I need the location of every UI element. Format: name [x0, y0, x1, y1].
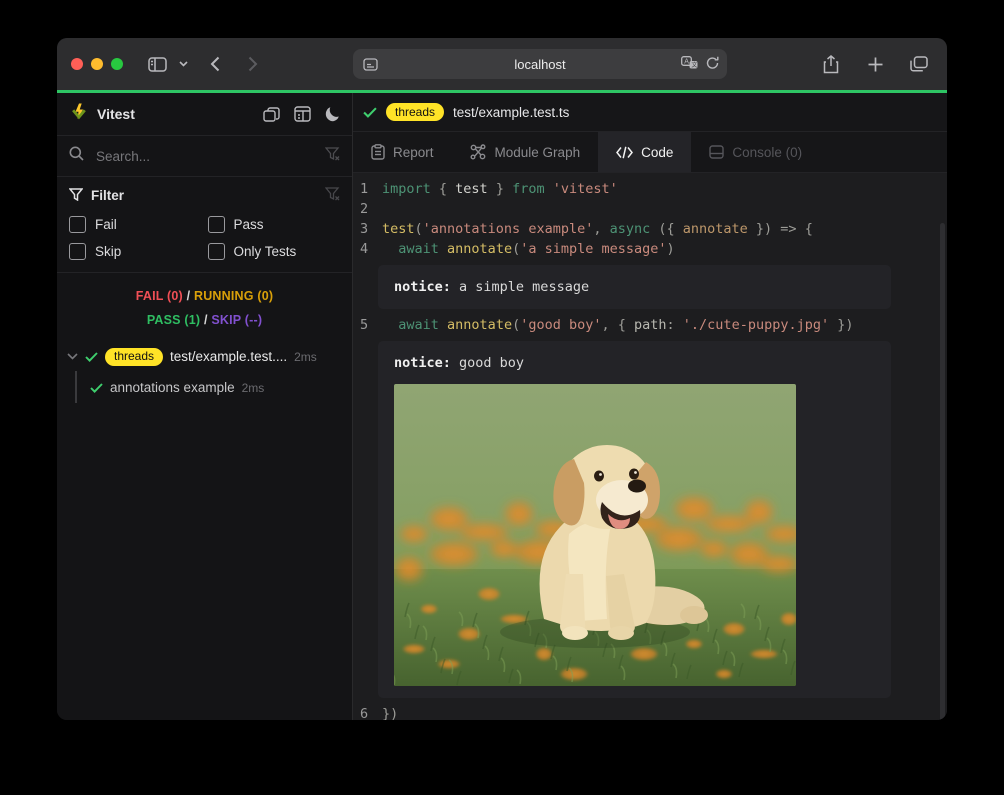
file-header: threads test/example.test.ts [353, 93, 947, 132]
checkbox-label: Only Tests [234, 244, 297, 259]
address-bar[interactable]: localhost A 文 [353, 49, 727, 79]
notice-label: notice: [394, 355, 451, 371]
filter-section: Filter Fail Pass Skip Only Tests [57, 177, 352, 273]
checkbox-box[interactable] [69, 216, 86, 233]
annotation-notice: notice: a simple message [378, 265, 891, 309]
pass-check-icon [85, 352, 98, 362]
notice-message: good boy [451, 355, 524, 371]
filter-checkbox-fail[interactable]: Fail [69, 216, 202, 233]
test-case-row[interactable]: annotations example 2ms [57, 373, 352, 403]
pool-badge: threads [105, 348, 163, 366]
test-tree: threads test/example.test.... 2ms annota… [57, 343, 352, 721]
clear-filter-icon[interactable] [325, 187, 340, 204]
traffic-lights [71, 58, 123, 70]
url-text: localhost [353, 57, 727, 72]
open-file-name: test/example.test.ts [453, 105, 569, 120]
dark-mode-moon-icon[interactable] [325, 106, 340, 122]
test-file-name: test/example.test.... [170, 349, 287, 364]
test-case-name: annotations example [110, 380, 235, 395]
line-number: 3 [353, 219, 382, 239]
notice-message: a simple message [451, 279, 589, 295]
forward-button[interactable] [239, 50, 267, 78]
pool-badge: threads [386, 103, 444, 121]
notice-label: notice: [394, 279, 451, 295]
filter-icon [69, 188, 83, 204]
translate-icon[interactable]: A 文 [681, 56, 698, 72]
attachment-image-wrap [394, 384, 875, 686]
app-title: Vitest [97, 106, 135, 122]
tree-guide-line [75, 371, 77, 403]
minimize-window-button[interactable] [91, 58, 103, 70]
svg-text:文: 文 [691, 61, 697, 69]
vitest-logo-icon [69, 102, 89, 127]
code-line: 4 await annotate('a simple message') [353, 239, 947, 259]
clear-search-filter-icon[interactable] [325, 147, 340, 166]
skip-count: SKIP (--) [211, 313, 262, 327]
dashboard-icon[interactable] [294, 106, 311, 122]
browser-toolbar: localhost A 文 [57, 38, 947, 90]
sidebar: Vitest [57, 93, 353, 720]
test-file-row[interactable]: threads test/example.test.... 2ms [57, 343, 352, 371]
pass-count: PASS (1) [147, 313, 200, 327]
code-line: 3test('annotations example', async ({ an… [353, 219, 947, 239]
reload-icon[interactable] [706, 56, 719, 73]
code-editor[interactable]: 1import { test } from 'vitest'23test('an… [353, 173, 947, 720]
svg-text:A: A [684, 59, 689, 66]
test-case-duration: 2ms [242, 381, 265, 395]
checkbox-label: Skip [95, 244, 121, 259]
fail-count: FAIL (0) [136, 289, 183, 303]
line-number: 6 [353, 704, 382, 720]
filter-checkbox-skip[interactable]: Skip [69, 243, 202, 260]
tab-console[interactable]: Console (0) [691, 132, 820, 172]
browser-window: localhost A 文 [57, 38, 947, 720]
tab-module-graph[interactable]: Module Graph [452, 132, 599, 172]
page-settings-icon[interactable] [361, 55, 379, 73]
search-icon [69, 146, 84, 166]
tab-overview-icon[interactable] [905, 50, 933, 78]
pass-check-icon [90, 383, 103, 393]
pass-check-icon [363, 107, 377, 118]
filter-checkbox-pass[interactable]: Pass [208, 216, 341, 233]
checkbox-label: Pass [234, 217, 264, 232]
sidebar-toggle-icon[interactable] [143, 50, 171, 78]
share-icon[interactable] [817, 50, 845, 78]
tab-report[interactable]: Report [353, 132, 452, 172]
main-panel: threads test/example.test.ts Report Modu… [353, 93, 947, 720]
zoom-window-button[interactable] [111, 58, 123, 70]
test-file-duration: 2ms [294, 350, 317, 364]
running-count: RUNNING (0) [194, 289, 273, 303]
line-number: 2 [353, 199, 382, 219]
checkbox-box[interactable] [208, 216, 225, 233]
checkbox-box[interactable] [208, 243, 225, 260]
search-input[interactable] [94, 148, 315, 165]
checkbox-label: Fail [95, 217, 117, 232]
filter-checkbox-only-tests[interactable]: Only Tests [208, 243, 341, 260]
tab-code[interactable]: Code [598, 132, 691, 172]
annotation-notice: notice: good boy [378, 341, 891, 698]
code-line: 1import { test } from 'vitest' [353, 179, 947, 199]
code-line: 6}) [353, 704, 947, 720]
test-status-summary: FAIL (0) / RUNNING (0) PASS (1) / SKIP (… [57, 273, 352, 343]
checkbox-box[interactable] [69, 243, 86, 260]
collapse-tests-icon[interactable] [263, 106, 280, 122]
line-number: 5 [353, 315, 382, 335]
line-number: 4 [353, 239, 382, 259]
close-window-button[interactable] [71, 58, 83, 70]
chevron-down-icon[interactable] [67, 353, 78, 360]
back-button[interactable] [201, 50, 229, 78]
annotation-attachment-image[interactable] [394, 384, 796, 686]
new-tab-icon[interactable] [861, 50, 889, 78]
filter-label: Filter [91, 188, 124, 203]
view-tabs: Report Module Graph Code Consol [353, 132, 947, 173]
sidebar-menu-chevron-icon[interactable] [175, 50, 191, 78]
scrollbar-thumb[interactable] [940, 223, 945, 720]
line-number: 1 [353, 179, 382, 199]
code-line: 2 [353, 199, 947, 219]
code-line: 5 await annotate('good boy', { path: './… [353, 315, 947, 335]
